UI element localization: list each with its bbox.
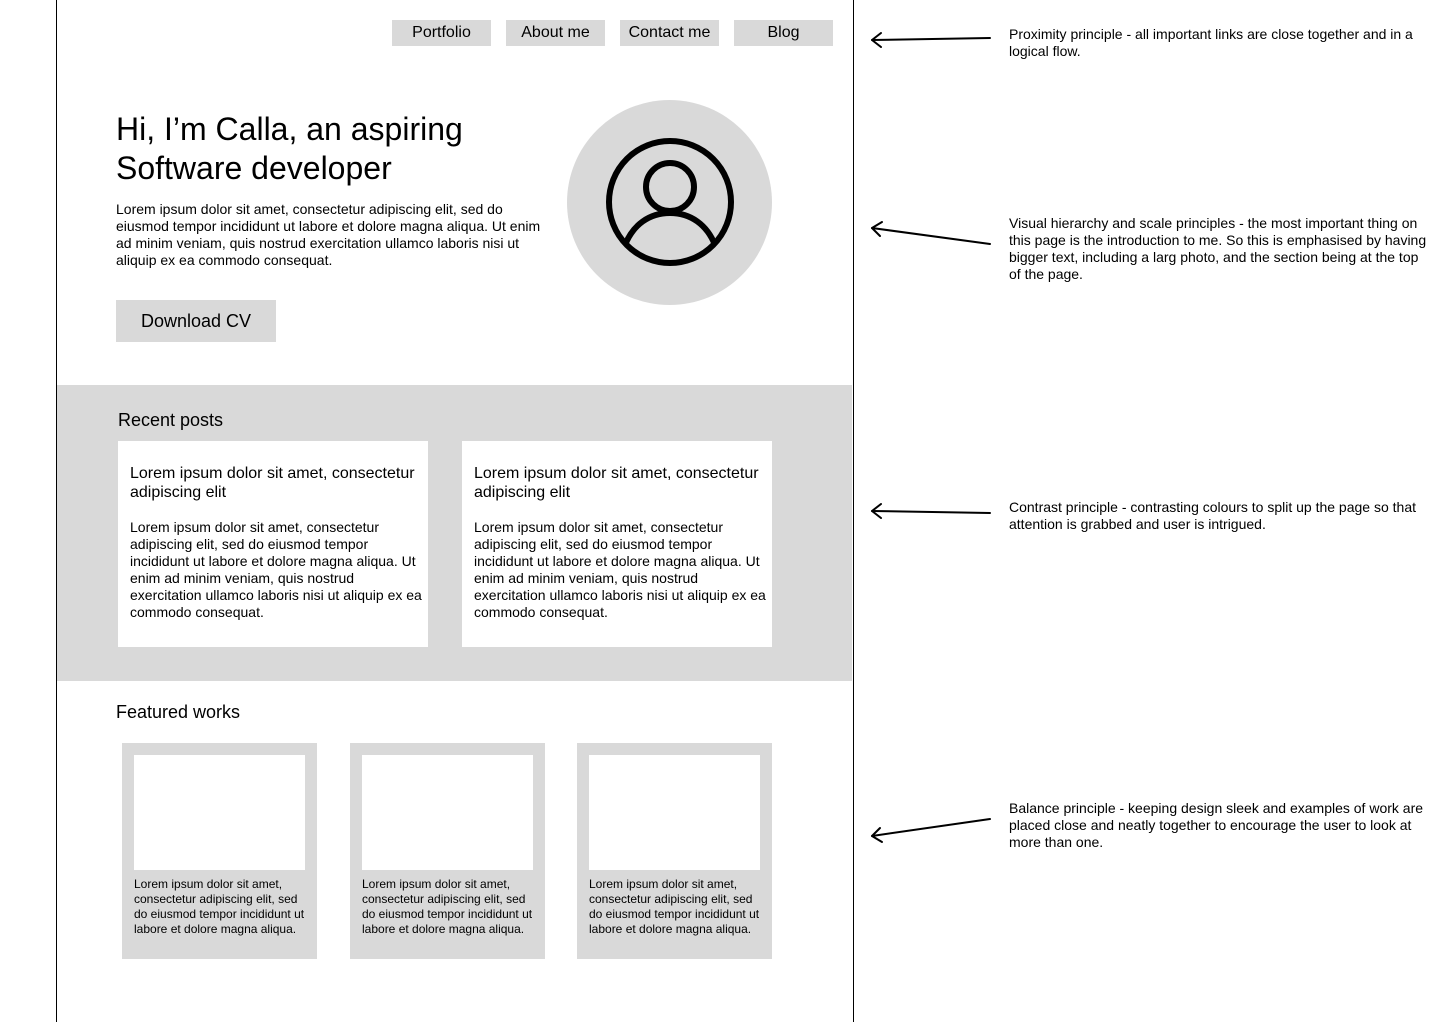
arrow-left-icon: [871, 503, 991, 519]
annotation-note-visual-hierarchy: Visual hierarchy and scale principles - …: [1009, 215, 1427, 282]
arrow-left-icon: [871, 32, 991, 48]
arrow-left-icon: [871, 221, 991, 245]
annotation-note-proximity: Proximity principle - all important link…: [1009, 26, 1413, 59]
annotation-note-balance: Balance principle - keeping design sleek…: [1009, 800, 1424, 850]
annotation-note-contrast: Contrast principle - contrasting colours…: [1009, 499, 1416, 532]
arrow-left-icon: [871, 818, 991, 843]
